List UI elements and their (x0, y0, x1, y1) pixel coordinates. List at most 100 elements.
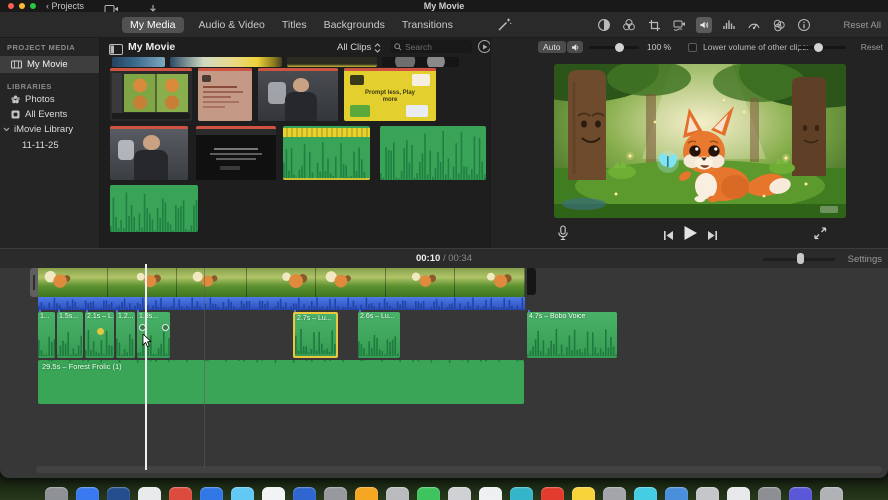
auto-button[interactable]: Auto (538, 41, 566, 53)
sidebar-item-event-11-11-25[interactable]: 11-11-25 (0, 138, 99, 153)
crop-icon[interactable] (646, 17, 662, 33)
mute-button[interactable] (567, 41, 583, 53)
dock-app-icon[interactable] (107, 487, 130, 500)
audio-clip-7[interactable]: 2.6s – Lu... (358, 312, 400, 358)
document-thumbnail[interactable] (198, 68, 252, 121)
timeline[interactable]: 1... 1.5s... 2.1s – L... 1.2... 1.3s... (0, 268, 888, 478)
info-icon[interactable] (796, 17, 812, 33)
dock-app-icon[interactable] (386, 487, 409, 500)
sidebar-item-photos[interactable]: Photos (0, 92, 99, 107)
audio-clip-3[interactable]: 2.1s – L... (85, 312, 114, 358)
sidebar-event-label: 11-11-25 (22, 140, 59, 151)
volume-slider[interactable] (589, 46, 639, 49)
dock-app-icon[interactable] (758, 487, 781, 500)
audio-thumbnail[interactable] (380, 126, 486, 180)
sidebar-item-imovie-library[interactable]: iMovie Library (0, 122, 99, 137)
dock-app-icon[interactable] (603, 487, 626, 500)
chevron-down-icon[interactable] (3, 124, 10, 135)
dock-app-icon[interactable] (355, 487, 378, 500)
tab-my-media[interactable]: My Media (122, 17, 184, 33)
media-strip-thumbnail[interactable] (170, 57, 282, 67)
dock-app-icon[interactable] (45, 487, 68, 500)
dock-app-icon[interactable] (541, 487, 564, 500)
fullscreen-button[interactable] (813, 226, 827, 245)
previous-frame-button[interactable] (663, 228, 674, 246)
volume-icon[interactable] (696, 17, 712, 33)
sidebar-item-all-events[interactable]: All Events (0, 107, 99, 122)
audio-thumbnail-3[interactable] (110, 185, 198, 232)
audio-clip-selected[interactable]: 2.7s – Lu... (293, 312, 338, 358)
settings-button[interactable]: Settings (848, 254, 882, 265)
dock-app-icon[interactable] (665, 487, 688, 500)
dock-app-icon[interactable] (820, 487, 843, 500)
person-body (285, 92, 317, 121)
sidebar-item-my-movie[interactable]: My Movie (0, 56, 99, 73)
timeline-zoom-knob[interactable] (797, 253, 804, 264)
volume-slider-knob[interactable] (615, 43, 624, 52)
audio-thumbnail-clipped[interactable] (283, 126, 370, 180)
dock-app-icon[interactable] (634, 487, 657, 500)
dock-app-icon[interactable] (727, 487, 750, 500)
tab-titles[interactable]: Titles (280, 17, 309, 33)
dock-app-icon[interactable] (138, 487, 161, 500)
audio-clip-4[interactable]: 1.2... (116, 312, 135, 358)
audio-clip-1[interactable]: 1... (38, 312, 55, 358)
dock-app-icon[interactable] (169, 487, 192, 500)
media-strip-thumbnail[interactable] (382, 57, 459, 67)
promo-thumbnail[interactable]: Prompt less, Play more (344, 68, 436, 121)
clip-filter-icon[interactable] (771, 17, 787, 33)
enhance-wand-icon[interactable] (497, 17, 512, 37)
color-correction-icon[interactable] (621, 17, 637, 33)
dock-app-icon[interactable] (789, 487, 812, 500)
dock-app-icon[interactable] (572, 487, 595, 500)
playhead[interactable] (145, 264, 147, 470)
dock-app-icon[interactable] (76, 487, 99, 500)
play-button[interactable] (683, 225, 698, 246)
search-field[interactable] (390, 40, 472, 53)
video-thumbnail-fox-collage[interactable] (110, 68, 192, 121)
record-voiceover-button[interactable] (557, 225, 569, 246)
clip-filter-dropdown[interactable]: All Clips (337, 42, 381, 53)
stabilization-icon[interactable] (671, 17, 687, 33)
timeline-scrollbar[interactable] (36, 466, 882, 473)
webcam-video-thumbnail[interactable] (258, 68, 338, 121)
dock-app-icon[interactable] (696, 487, 719, 500)
dock-app-icon[interactable] (293, 487, 316, 500)
video-audio-waveform[interactable] (38, 297, 525, 310)
next-frame-button[interactable] (707, 228, 718, 246)
music-clip-forest-frolic[interactable]: 29.5s – Forest Frolic (1) (38, 360, 524, 404)
clip-trim-handle-left[interactable] (30, 268, 38, 297)
screen-recording-thumbnail[interactable] (196, 126, 276, 180)
dock-app-icon[interactable] (510, 487, 533, 500)
dock-app-icon[interactable] (324, 487, 347, 500)
dock-app-icon[interactable] (448, 487, 471, 500)
speed-icon[interactable] (746, 17, 762, 33)
search-input[interactable] (405, 41, 465, 52)
media-strip-thumbnail[interactable] (287, 57, 377, 67)
dock-app-icon[interactable] (262, 487, 285, 500)
viewer-preview[interactable] (554, 64, 846, 218)
clip-trim-handle-right[interactable] (527, 268, 536, 295)
clip-waveform (358, 330, 400, 356)
reset-all-button[interactable]: Reset All (844, 20, 882, 31)
media-strip-thumbnail[interactable] (112, 57, 165, 67)
audio-clip-bobo-voice[interactable]: 4.7s – Bobo Voice (527, 312, 617, 358)
tab-audio-video[interactable]: Audio & Video (197, 17, 267, 33)
used-range-indicator (258, 68, 338, 71)
dock-app-icon[interactable] (417, 487, 440, 500)
noise-reduction-icon[interactable] (721, 17, 737, 33)
tab-backgrounds[interactable]: Backgrounds (322, 17, 387, 33)
color-balance-icon[interactable] (596, 17, 612, 33)
dock-app-icon[interactable] (200, 487, 223, 500)
dock-app-icon[interactable] (479, 487, 502, 500)
dock-app-icon[interactable] (231, 487, 254, 500)
fade-handle[interactable] (162, 324, 169, 331)
webcam-video-thumbnail-2[interactable] (110, 126, 188, 180)
reset-button[interactable]: Reset (861, 42, 883, 52)
audio-clip-2[interactable]: 1.5s... (57, 312, 83, 358)
dock[interactable] (0, 487, 888, 500)
video-filmstrip[interactable] (38, 268, 525, 297)
lower-volume-slider-knob[interactable] (814, 43, 823, 52)
tab-transitions[interactable]: Transitions (400, 17, 455, 33)
lower-volume-checkbox[interactable] (688, 42, 697, 52)
